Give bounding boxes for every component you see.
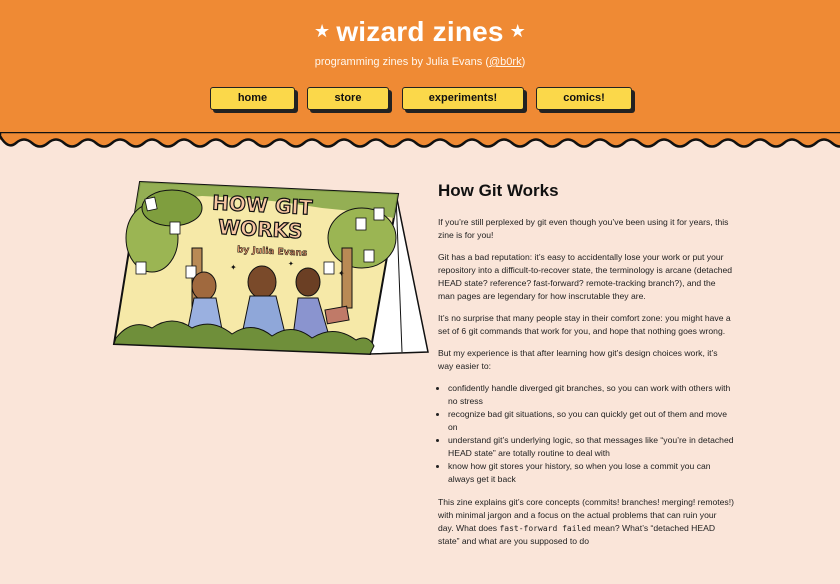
- author-handle-link[interactable]: @b0rk: [489, 56, 522, 68]
- nav-home-button[interactable]: home: [210, 87, 295, 110]
- article-paragraph-3: It’s no surprise that many people stay i…: [438, 313, 731, 336]
- nav-experiments-button[interactable]: experiments!: [402, 87, 524, 110]
- site-title[interactable]: ★ wizard zines ★: [0, 16, 840, 48]
- main-nav: home store experiments! comics!: [0, 87, 840, 113]
- article-title: How Git Works: [438, 181, 559, 200]
- nav-store-button[interactable]: store: [307, 87, 389, 110]
- svg-text:✦: ✦: [288, 260, 294, 268]
- article-paragraph-4: But my experience is that after learning…: [438, 348, 718, 371]
- site-subtitle: programming zines by Julia Evans (@b0rk): [0, 56, 840, 68]
- site-title-text[interactable]: wizard zines: [336, 16, 503, 47]
- svg-text:✦: ✦: [338, 269, 345, 278]
- star-right-icon: ★: [509, 21, 527, 41]
- article: How Git Works If you’re still perplexed …: [438, 180, 734, 557]
- list-item: recognize bad git situations, so you can…: [448, 408, 734, 434]
- site-header: ★ wizard zines ★ programming zines by Juli…: [0, 0, 840, 140]
- inline-code: fast-forward failed: [499, 524, 591, 533]
- header-wave-divider: [0, 132, 840, 148]
- subtitle-prefix: programming zines by Julia Evans (: [314, 56, 489, 68]
- star-left-icon: ★: [313, 21, 331, 41]
- nav-comics-button[interactable]: comics!: [536, 87, 632, 110]
- list-item: confidently handle diverged git branches…: [448, 382, 734, 408]
- subtitle-suffix: ): [521, 56, 526, 68]
- list-item: understand git’s underlying logic, so th…: [448, 434, 734, 460]
- benefits-list: confidently handle diverged git branches…: [438, 382, 734, 486]
- article-paragraph-5: This zine explains git’s core concepts (…: [438, 496, 734, 548]
- zine-cover-illustration: HOW GIT WORKS by Julia Evans ✦ ✦ ✦: [112, 180, 429, 356]
- list-item: know how git stores your history, so whe…: [448, 460, 734, 486]
- article-paragraph-1: If you’re still perplexed by git even th…: [438, 217, 729, 240]
- cover-title-line2: WORKS: [218, 215, 304, 243]
- zine-cover[interactable]: HOW GIT WORKS by Julia Evans ✦ ✦ ✦: [112, 178, 430, 358]
- svg-text:✦: ✦: [230, 263, 237, 272]
- article-paragraph-2: Git has a bad reputation: it’s easy to a…: [438, 252, 733, 301]
